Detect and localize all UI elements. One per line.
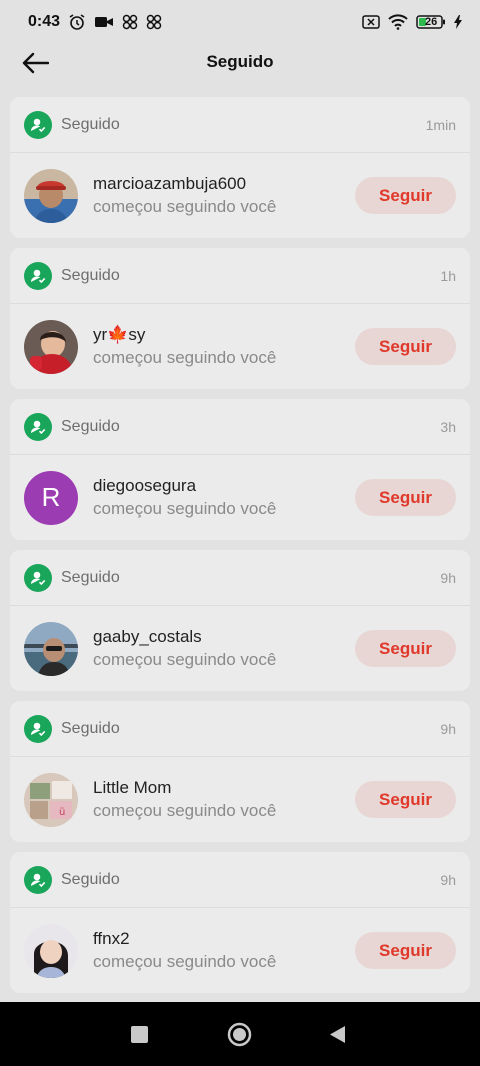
follow-button[interactable]: Seguir	[355, 630, 456, 667]
page-title: Seguido	[206, 52, 274, 71]
video-camera-icon	[94, 14, 114, 30]
notification-time: 1min	[425, 116, 456, 133]
avatar[interactable]	[24, 319, 78, 374]
notification-list: Seguido 1min marcioazambuja600 começou s…	[10, 97, 470, 1003]
notification-message: começou seguindo você	[93, 499, 277, 518]
notification-type: Seguido	[61, 870, 120, 888]
notification-type: Seguido	[61, 417, 120, 435]
circle-icon	[227, 1022, 252, 1047]
card-body: yr🍁sy começou seguindo você Seguir	[10, 304, 470, 389]
avatar[interactable]	[24, 168, 78, 223]
notification-card: Seguido 1min marcioazambuja600 começou s…	[10, 97, 470, 238]
app-grid-icon	[122, 14, 138, 30]
follow-badge-icon	[24, 110, 52, 139]
notification-time: 1h	[440, 267, 456, 284]
notification-time: 9h	[440, 569, 456, 586]
username[interactable]: Little Mom	[93, 778, 355, 798]
follow-button[interactable]: Seguir	[355, 932, 456, 969]
card-body: gaaby_costals começou seguindo você Segu…	[10, 606, 470, 691]
notification-time: 9h	[440, 871, 456, 888]
system-navigation-bar	[0, 1002, 480, 1066]
username[interactable]: gaaby_costals	[93, 627, 355, 647]
notification-card: Seguido 9h gaaby_costals começou seguind…	[10, 550, 470, 691]
card-header: Seguido 9h	[10, 852, 470, 908]
back-nav-button[interactable]	[329, 1025, 346, 1049]
home-button[interactable]	[227, 1022, 252, 1052]
notification-card: Seguido 3h R diegoosegura começou seguin…	[10, 399, 470, 540]
card-header: Seguido 9h	[10, 701, 470, 757]
status-bar: 0:43 26	[0, 0, 480, 44]
avatar[interactable]: ü	[24, 772, 78, 827]
card-body: ü Little Mom começou seguindo você Segui…	[10, 757, 470, 842]
username[interactable]: marcioazambuja600	[93, 174, 355, 194]
notification-card: Seguido 9h ffnx2 começou seguindo você S…	[10, 852, 470, 993]
username[interactable]: yr🍁sy	[93, 325, 355, 345]
wifi-icon	[388, 14, 408, 30]
alarm-icon	[68, 13, 86, 31]
card-header: Seguido 3h	[10, 399, 470, 455]
follow-badge-icon	[24, 865, 52, 894]
username[interactable]: diegoosegura	[93, 476, 355, 496]
triangle-back-icon	[330, 1026, 345, 1043]
recents-button[interactable]	[131, 1026, 148, 1048]
notification-time: 9h	[440, 720, 456, 737]
app-grid-icon	[146, 14, 162, 30]
card-body: ffnx2 começou seguindo você Seguir	[10, 908, 470, 993]
notification-card: Seguido 1h yr🍁sy começou seguindo você S…	[10, 248, 470, 389]
header: Seguido	[0, 44, 480, 80]
follow-badge-icon	[24, 563, 52, 592]
follow-badge-icon	[24, 412, 52, 441]
notification-message: começou seguindo você	[93, 348, 277, 367]
notification-card: Seguido 9h ü Little Mom começou seguindo…	[10, 701, 470, 842]
follow-button[interactable]: Seguir	[355, 177, 456, 214]
notification-type: Seguido	[61, 115, 120, 133]
card-body: marcioazambuja600 começou seguindo você …	[10, 153, 470, 238]
square-icon	[131, 1026, 148, 1043]
card-header: Seguido 9h	[10, 550, 470, 606]
status-time: 0:43	[28, 13, 61, 30]
follow-button[interactable]: Seguir	[355, 479, 456, 516]
no-sim-icon	[362, 15, 380, 29]
notification-time: 3h	[440, 418, 456, 435]
follow-badge-icon	[24, 714, 52, 743]
follow-badge-icon	[24, 261, 52, 290]
follow-button[interactable]: Seguir	[355, 781, 456, 818]
notification-message: começou seguindo você	[93, 952, 277, 971]
notification-message: começou seguindo você	[93, 801, 277, 820]
follow-button[interactable]: Seguir	[355, 328, 456, 365]
notification-type: Seguido	[61, 266, 120, 284]
avatar[interactable]	[24, 923, 78, 978]
battery-icon: 26	[416, 15, 446, 29]
notification-message: começou seguindo você	[93, 650, 277, 669]
card-body: R diegoosegura começou seguindo você Seg…	[10, 455, 470, 540]
charging-icon	[454, 15, 462, 29]
svg-text:ü: ü	[59, 807, 65, 818]
notification-message: começou seguindo você	[93, 197, 277, 216]
card-header: Seguido 1h	[10, 248, 470, 304]
notification-type: Seguido	[61, 568, 120, 586]
avatar[interactable]: R	[24, 470, 78, 525]
notification-type: Seguido	[61, 719, 120, 737]
avatar[interactable]	[24, 621, 78, 676]
card-header: Seguido 1min	[10, 97, 470, 153]
battery-level: 26	[425, 16, 438, 28]
username[interactable]: ffnx2	[93, 929, 355, 949]
